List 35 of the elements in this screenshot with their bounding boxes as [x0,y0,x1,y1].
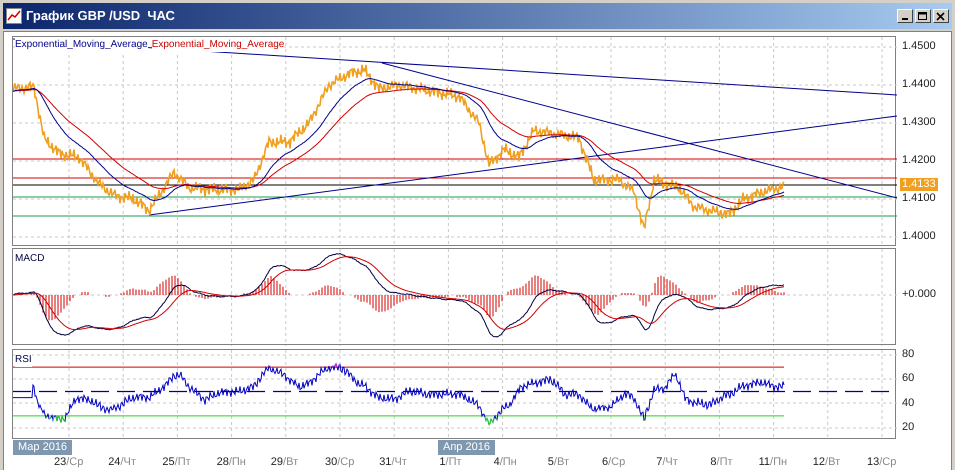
date-label: 7/Чт [656,457,678,468]
date-label: 24/Чт [108,457,136,468]
macd-axis-label: +0.000 [902,289,936,300]
panel-label: RSI [15,352,32,367]
price-axis-label: 1.4500 [902,41,936,52]
window-title: График GBP /USD ЧАС [26,7,175,26]
date-label: 11/Пн [758,457,788,468]
date-label: 23/Ср [54,457,84,468]
date-label: 28/Пн [216,457,246,468]
date-label: 25/Пт [162,457,191,468]
panel-label: MACD [15,252,44,266]
date-label: 12/Вт [812,457,840,468]
date-label: 8/Пт [710,457,733,468]
date-label: 31/Чт [379,457,407,468]
date-label: 6/Ср [602,457,626,468]
rsi-axis-label: 60 [902,373,914,384]
date-label: 29/Вт [270,457,298,468]
date-label: 30/Ср [325,457,354,468]
rsi-axis-label: 20 [902,422,914,433]
date-label: 13/Ср [867,457,896,468]
price-axis-label: 1.4300 [902,117,936,128]
rsi-axis-label: 80 [902,349,914,360]
date-label: 1/Пт [439,457,462,468]
price-axis-label: 1.4400 [902,79,936,90]
date-label: 4/Пн [494,457,517,468]
legend-label: Exponential_Moving_Average [15,37,148,52]
current-price-tag: 1.4133 [900,178,938,191]
price-axis-label: 1.4000 [902,231,936,242]
date-label: 5/Вт [548,457,569,468]
month-badge: Мар 2016 [13,440,72,455]
price-axis-label: 1.4100 [902,193,936,204]
price-axis-label: 1.4200 [902,155,936,166]
rsi-axis-label: 40 [902,398,914,409]
month-badge: Апр 2016 [438,440,495,455]
legend-label: Exponential_Moving_Average [152,37,284,52]
